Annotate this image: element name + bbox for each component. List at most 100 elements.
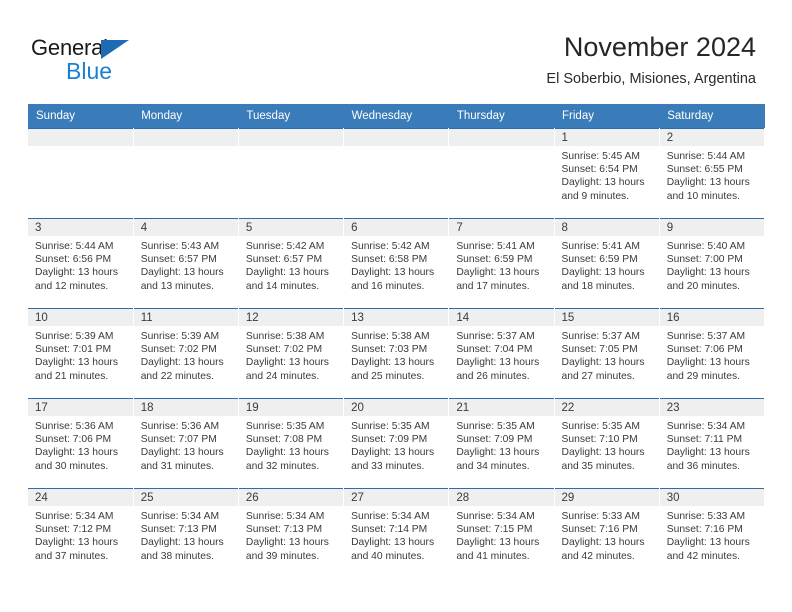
calendar-day-cell[interactable]: 1 Sunrise: 5:45 AM Sunset: 6:54 PM Daylight… bbox=[554, 128, 660, 219]
daylight-text-line2: and 22 minutes. bbox=[140, 370, 214, 382]
sunset-text: Sunset: 7:06 PM bbox=[35, 434, 112, 446]
sunrise-text: Sunrise: 5:35 AM bbox=[456, 421, 535, 432]
generalblue-logo[interactable]: General Blue bbox=[31, 36, 161, 84]
day-number bbox=[344, 129, 449, 146]
calendar-day-cell[interactable]: 28 Sunrise: 5:34 AM Sunset: 7:15 PM Dayligh… bbox=[448, 488, 555, 579]
sunset-text: Sunset: 7:16 PM bbox=[666, 524, 743, 536]
calendar-day-cell-empty bbox=[238, 128, 345, 219]
sunset-text: Sunset: 7:02 PM bbox=[245, 344, 323, 356]
calendar-day-cell[interactable]: 17 Sunrise: 5:36 AM Sunset: 7:06 PM Dayligh… bbox=[28, 398, 134, 489]
sunrise-text: Sunrise: 5:42 AM bbox=[351, 241, 430, 252]
sunrise-text: Sunrise: 5:37 AM bbox=[561, 331, 640, 342]
daylight-text-line2: and 13 minutes. bbox=[140, 280, 214, 292]
day-number: 21 bbox=[449, 399, 554, 416]
calendar-day-cell[interactable]: 30 Sunrise: 5:33 AM Sunset: 7:16 PM Dayligh… bbox=[659, 488, 766, 579]
daylight-text-line2: and 33 minutes. bbox=[351, 460, 425, 472]
page-title: November 2024 bbox=[563, 32, 756, 62]
calendar-day-cell[interactable]: 3 Sunrise: 5:44 AM Sunset: 6:56 PM Daylight… bbox=[28, 218, 134, 309]
daylight-text-line1: Daylight: 13 hours bbox=[666, 267, 750, 279]
calendar-day-cell[interactable]: 10 Sunrise: 5:39 AM Sunset: 7:01 PM Dayligh… bbox=[28, 308, 134, 399]
calendar-week-row: 3 Sunrise: 5:44 AM Sunset: 6:56 PM Daylight… bbox=[28, 218, 766, 309]
calendar-day-cell[interactable]: 4 Sunrise: 5:43 AM Sunset: 6:57 PM Daylight… bbox=[133, 218, 239, 309]
calendar-day-cell[interactable]: 27 Sunrise: 5:34 AM Sunset: 7:14 PM Dayligh… bbox=[343, 488, 450, 579]
sunrise-text: Sunrise: 5:36 AM bbox=[140, 421, 220, 432]
day-details: Sunrise: 5:35 AM Sunset: 7:08 PM Daylight:… bbox=[239, 416, 343, 473]
day-number: 19 bbox=[238, 399, 344, 416]
daylight-text-line1: Daylight: 13 hours bbox=[351, 537, 435, 549]
sunset-text: Sunset: 7:16 PM bbox=[561, 524, 638, 536]
calendar-day-cell[interactable]: 14 Sunrise: 5:37 AM Sunset: 7:04 PM Dayligh… bbox=[448, 308, 555, 399]
daylight-text-line1: Daylight: 13 hours bbox=[561, 537, 645, 549]
day-number: 8 bbox=[554, 219, 659, 236]
daylight-text-line2: and 35 minutes. bbox=[561, 460, 635, 472]
day-details: Sunrise: 5:34 AM Sunset: 7:12 PM Daylight:… bbox=[28, 506, 133, 563]
calendar-day-cell[interactable]: 6 Sunrise: 5:42 AM Sunset: 6:58 PM Daylight… bbox=[343, 218, 450, 309]
day-number: 4 bbox=[133, 219, 238, 236]
calendar-day-cell[interactable]: 23 Sunrise: 5:34 AM Sunset: 7:11 PM Dayligh… bbox=[659, 398, 766, 489]
sunrise-text: Sunrise: 5:33 AM bbox=[666, 511, 746, 522]
day-number: 15 bbox=[554, 309, 659, 326]
calendar-day-cell[interactable]: 29 Sunrise: 5:33 AM Sunset: 7:16 PM Dayligh… bbox=[554, 488, 660, 579]
calendar-day-cell[interactable]: 15 Sunrise: 5:37 AM Sunset: 7:05 PM Dayligh… bbox=[554, 308, 660, 399]
daylight-text-line2: and 40 minutes. bbox=[351, 550, 425, 562]
sunrise-text: Sunrise: 5:41 AM bbox=[456, 241, 535, 252]
daylight-text-line2: and 12 minutes. bbox=[35, 280, 109, 292]
daylight-text-line1: Daylight: 13 hours bbox=[140, 447, 224, 459]
calendar-day-cell[interactable]: 16 Sunrise: 5:37 AM Sunset: 7:06 PM Dayligh… bbox=[659, 308, 766, 399]
day-details: Sunrise: 5:42 AM Sunset: 6:58 PM Daylight:… bbox=[344, 236, 448, 293]
day-details: Sunrise: 5:41 AM Sunset: 6:59 PM Daylight:… bbox=[449, 236, 553, 293]
day-details: Sunrise: 5:33 AM Sunset: 7:16 PM Daylight:… bbox=[555, 506, 659, 563]
daylight-text-line1: Daylight: 13 hours bbox=[351, 357, 435, 369]
calendar-week-row: 1 Sunrise: 5:45 AM Sunset: 6:54 PM Daylight… bbox=[28, 128, 766, 219]
calendar-day-cell[interactable]: 7 Sunrise: 5:41 AM Sunset: 6:59 PM Daylight… bbox=[448, 218, 555, 309]
calendar-day-cell[interactable]: 26 Sunrise: 5:34 AM Sunset: 7:13 PM Dayligh… bbox=[238, 488, 345, 579]
calendar-day-cell[interactable]: 2 Sunrise: 5:44 AM Sunset: 6:55 PM Daylight… bbox=[659, 128, 766, 219]
sunrise-text: Sunrise: 5:39 AM bbox=[140, 331, 220, 342]
title-block: November 2024 El Soberbio, Misiones, Arg… bbox=[546, 30, 756, 89]
calendar-day-cell[interactable]: 24 Sunrise: 5:34 AM Sunset: 7:12 PM Dayligh… bbox=[28, 488, 134, 579]
calendar-day-cell[interactable]: 25 Sunrise: 5:34 AM Sunset: 7:13 PM Dayligh… bbox=[133, 488, 239, 579]
calendar-day-cell[interactable]: 20 Sunrise: 5:35 AM Sunset: 7:09 PM Dayligh… bbox=[343, 398, 450, 489]
daylight-text-line1: Daylight: 13 hours bbox=[35, 267, 118, 279]
sunset-text: Sunset: 7:11 PM bbox=[666, 434, 743, 446]
calendar-day-cell[interactable]: 5 Sunrise: 5:42 AM Sunset: 6:57 PM Daylight… bbox=[238, 218, 345, 309]
sunset-text: Sunset: 7:09 PM bbox=[456, 434, 533, 446]
day-number: 27 bbox=[344, 489, 449, 506]
day-number: 5 bbox=[238, 219, 344, 236]
triangle-icon bbox=[101, 40, 129, 59]
day-details: Sunrise: 5:40 AM Sunset: 7:00 PM Daylight:… bbox=[660, 236, 764, 293]
calendar-day-cell[interactable]: 21 Sunrise: 5:35 AM Sunset: 7:09 PM Dayligh… bbox=[448, 398, 555, 489]
calendar-table: Sunday Monday Tuesday Wednesday Thursday… bbox=[28, 104, 766, 579]
sunrise-text: Sunrise: 5:42 AM bbox=[245, 241, 325, 252]
calendar-day-cell[interactable]: 12 Sunrise: 5:38 AM Sunset: 7:02 PM Dayligh… bbox=[238, 308, 345, 399]
daylight-text-line2: and 26 minutes. bbox=[456, 370, 530, 382]
daylight-text-line2: and 16 minutes. bbox=[351, 280, 425, 292]
calendar-day-cell[interactable]: 18 Sunrise: 5:36 AM Sunset: 7:07 PM Dayligh… bbox=[133, 398, 239, 489]
calendar-week-row: 10 Sunrise: 5:39 AM Sunset: 7:01 PM Dayligh… bbox=[28, 308, 766, 399]
day-details: Sunrise: 5:45 AM Sunset: 6:54 PM Daylight:… bbox=[555, 146, 659, 203]
day-number: 24 bbox=[28, 489, 133, 506]
daylight-text-line2: and 14 minutes. bbox=[245, 280, 320, 292]
day-details: Sunrise: 5:36 AM Sunset: 7:07 PM Daylight:… bbox=[134, 416, 238, 473]
sunset-text: Sunset: 6:56 PM bbox=[35, 254, 112, 266]
daylight-text-line2: and 9 minutes. bbox=[561, 190, 630, 202]
day-details: Sunrise: 5:35 AM Sunset: 7:10 PM Daylight:… bbox=[555, 416, 659, 473]
daylight-text-line1: Daylight: 13 hours bbox=[666, 447, 750, 459]
calendar-day-cell[interactable]: 9 Sunrise: 5:40 AM Sunset: 7:00 PM Daylight… bbox=[659, 218, 766, 309]
sunset-text: Sunset: 7:13 PM bbox=[245, 524, 323, 536]
calendar-week-row: 24 Sunrise: 5:34 AM Sunset: 7:12 PM Dayligh… bbox=[28, 488, 766, 579]
sunset-text: Sunset: 7:06 PM bbox=[666, 344, 743, 356]
calendar-day-cell[interactable]: 19 Sunrise: 5:35 AM Sunset: 7:08 PM Dayligh… bbox=[238, 398, 345, 489]
day-number bbox=[28, 129, 133, 146]
daylight-text-line2: and 25 minutes. bbox=[351, 370, 425, 382]
sunrise-text: Sunrise: 5:35 AM bbox=[245, 421, 325, 432]
calendar-day-cell[interactable]: 11 Sunrise: 5:39 AM Sunset: 7:02 PM Dayligh… bbox=[133, 308, 239, 399]
calendar-day-cell[interactable]: 8 Sunrise: 5:41 AM Sunset: 6:59 PM Daylight… bbox=[554, 218, 660, 309]
sunrise-text: Sunrise: 5:37 AM bbox=[666, 331, 746, 342]
calendar-day-cell[interactable]: 22 Sunrise: 5:35 AM Sunset: 7:10 PM Dayligh… bbox=[554, 398, 660, 489]
calendar-week-row: 17 Sunrise: 5:36 AM Sunset: 7:06 PM Dayligh… bbox=[28, 398, 766, 489]
sunrise-text: Sunrise: 5:34 AM bbox=[245, 511, 325, 522]
day-details: Sunrise: 5:34 AM Sunset: 7:11 PM Daylight:… bbox=[660, 416, 764, 473]
calendar-day-cell[interactable]: 13 Sunrise: 5:38 AM Sunset: 7:03 PM Dayligh… bbox=[343, 308, 450, 399]
sunrise-text: Sunrise: 5:44 AM bbox=[35, 241, 114, 252]
